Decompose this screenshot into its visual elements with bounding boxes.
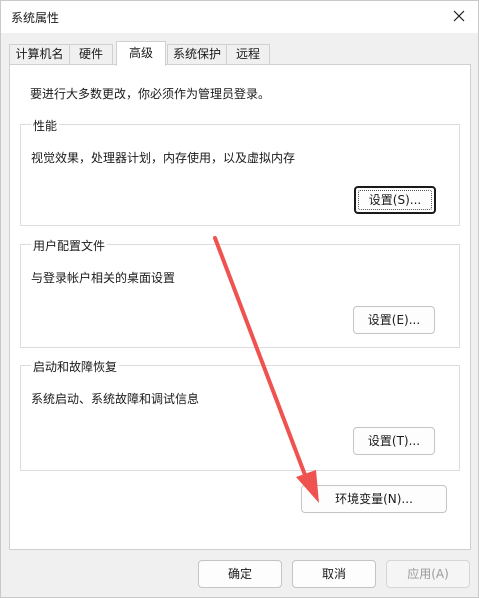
- ok-button[interactable]: 确定: [198, 560, 282, 588]
- close-icon: [453, 10, 465, 22]
- tab-remote[interactable]: 远程: [226, 44, 270, 65]
- apply-button[interactable]: 应用(A): [386, 560, 470, 588]
- performance-desc: 视觉效果，处理器计划，内存使用，以及虚拟内存: [31, 151, 296, 165]
- system-properties-window: 系统属性 计算机名 硬件 高级 系统保护 远程 要进行大多数更改，你必须作为管理…: [0, 0, 479, 598]
- admin-notice: 要进行大多数更改，你必须作为管理员登录。: [30, 87, 271, 101]
- cancel-button[interactable]: 取消: [292, 560, 376, 588]
- tab-computer-name[interactable]: 计算机名: [9, 44, 70, 65]
- performance-group: 性能 视觉效果，处理器计划，内存使用，以及虚拟内存 设置(S)...: [20, 117, 460, 226]
- performance-title: 性能: [31, 117, 60, 134]
- user-profiles-title: 用户配置文件: [31, 237, 108, 254]
- environment-variables-button[interactable]: 环境变量(N)...: [301, 485, 447, 513]
- window-title: 系统属性: [11, 11, 60, 25]
- close-button[interactable]: [448, 5, 470, 27]
- startup-recovery-settings-button[interactable]: 设置(T)...: [353, 427, 435, 455]
- user-profiles-settings-button[interactable]: 设置(E)...: [353, 306, 435, 334]
- tab-system-protection[interactable]: 系统保护: [167, 44, 227, 65]
- performance-settings-button[interactable]: 设置(S)...: [354, 186, 436, 214]
- tab-strip: 计算机名 硬件 高级 系统保护 远程: [9, 41, 471, 66]
- tab-advanced[interactable]: 高级: [116, 41, 166, 66]
- startup-recovery-desc: 系统启动、系统故障和调试信息: [31, 392, 200, 406]
- user-profiles-desc: 与登录帐户相关的桌面设置: [31, 271, 176, 285]
- startup-recovery-group: 启动和故障恢复 系统启动、系统故障和调试信息 设置(T)...: [20, 358, 460, 471]
- advanced-panel: 要进行大多数更改，你必须作为管理员登录。 性能 视觉效果，处理器计划，内存使用，…: [9, 64, 471, 550]
- user-profiles-group: 用户配置文件 与登录帐户相关的桌面设置 设置(E)...: [20, 237, 460, 348]
- startup-recovery-title: 启动和故障恢复: [31, 358, 120, 375]
- tab-hardware[interactable]: 硬件: [69, 44, 113, 65]
- title-bar: 系统属性: [1, 1, 478, 33]
